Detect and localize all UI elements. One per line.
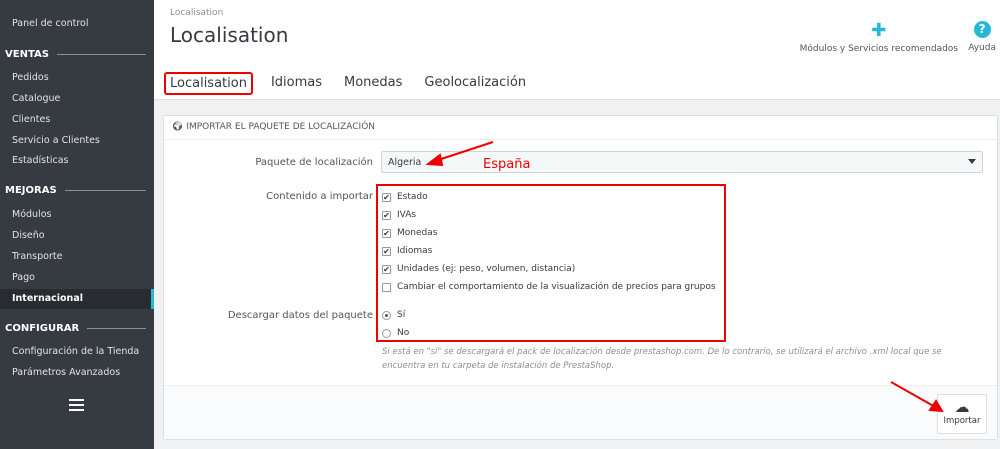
sidebar-item-modulos[interactable]: Módulos	[12, 205, 51, 225]
sidebar-item-internacional[interactable]: Internacional	[0, 289, 154, 309]
sidebar-section-ventas: VENTAS	[5, 49, 146, 60]
sidebar-item-dashboard[interactable]: Panel de control	[12, 14, 88, 34]
panel-title: IMPORTAR EL PAQUETE DE LOCALIZACIÓN	[186, 122, 376, 132]
package-select[interactable]: Algeria	[381, 151, 983, 173]
sidebar-item-transporte[interactable]: Transporte	[12, 247, 62, 267]
sidebar-item-parametros[interactable]: Parámetros Avanzados	[12, 363, 120, 383]
menu-toggle-icon[interactable]	[69, 399, 84, 414]
modules-button[interactable]: ✚ Módulos y Servicios recomendados	[800, 18, 958, 54]
package-label: Paquete de localización	[255, 157, 373, 168]
page-header: Localisation Localisation ✚ Módulos y Se…	[154, 0, 1000, 100]
modules-label: Módulos y Servicios recomendados	[799, 44, 958, 54]
sidebar-item-diseno[interactable]: Diseño	[12, 226, 45, 246]
sidebar-section-configurar: CONFIGURAR	[5, 323, 146, 334]
annotation-note: España	[483, 157, 531, 172]
cloud-upload-icon: ☁︎	[954, 398, 970, 416]
annotation-box	[376, 184, 726, 342]
sidebar-item-clientes[interactable]: Clientes	[12, 110, 50, 130]
help-text: Si está en "si" se descargará el pack de…	[382, 347, 942, 371]
help-icon: ?	[973, 21, 991, 38]
sidebar-item-pedidos[interactable]: Pedidos	[12, 68, 49, 88]
globe-icon: 🌍︎	[172, 122, 184, 132]
sidebar-section-mejoras: MEJORAS	[5, 185, 146, 196]
puzzle-icon: ✚	[871, 20, 887, 41]
sidebar-item-servicio[interactable]: Servicio a Clientes	[12, 131, 100, 151]
chevron-down-icon	[968, 159, 976, 168]
sidebar-item-estadisticas[interactable]: Estadísticas	[12, 151, 68, 171]
content-label: Contenido a importar	[266, 191, 373, 202]
tab-localisation[interactable]: Localisation	[164, 72, 253, 95]
panel-heading: 🌍︎ IMPORTAR EL PAQUETE DE LOCALIZACIÓN	[164, 116, 997, 140]
page-title: Localisation	[170, 23, 289, 47]
tab-monedas[interactable]: Monedas	[340, 72, 406, 95]
download-label: Descargar datos del paquete	[227, 310, 373, 321]
package-value: Algeria	[388, 157, 422, 168]
sidebar-item-label: Internacional	[12, 293, 83, 304]
sidebar: Panel de control VENTAS Pedidos Catalogu…	[0, 0, 154, 449]
import-button[interactable]: ☁︎ Importar	[937, 394, 987, 434]
sidebar-item-pago[interactable]: Pago	[12, 268, 35, 288]
sidebar-item-catalogue[interactable]: Catalogue	[12, 89, 60, 109]
sidebar-item-configuracion[interactable]: Configuración de la Tienda	[12, 342, 139, 362]
breadcrumb[interactable]: Localisation	[170, 8, 223, 18]
help-button[interactable]: ? Ayuda	[968, 18, 996, 53]
tab-geolocalizacion[interactable]: Geolocalización	[420, 72, 530, 95]
import-label: Importar	[943, 416, 981, 426]
help-label: Ayuda	[968, 43, 996, 53]
panel-footer: ☁︎ Importar	[164, 385, 997, 439]
tabs: Localisation Idiomas Monedas Geolocaliza…	[164, 72, 530, 95]
tab-idiomas[interactable]: Idiomas	[267, 72, 326, 95]
